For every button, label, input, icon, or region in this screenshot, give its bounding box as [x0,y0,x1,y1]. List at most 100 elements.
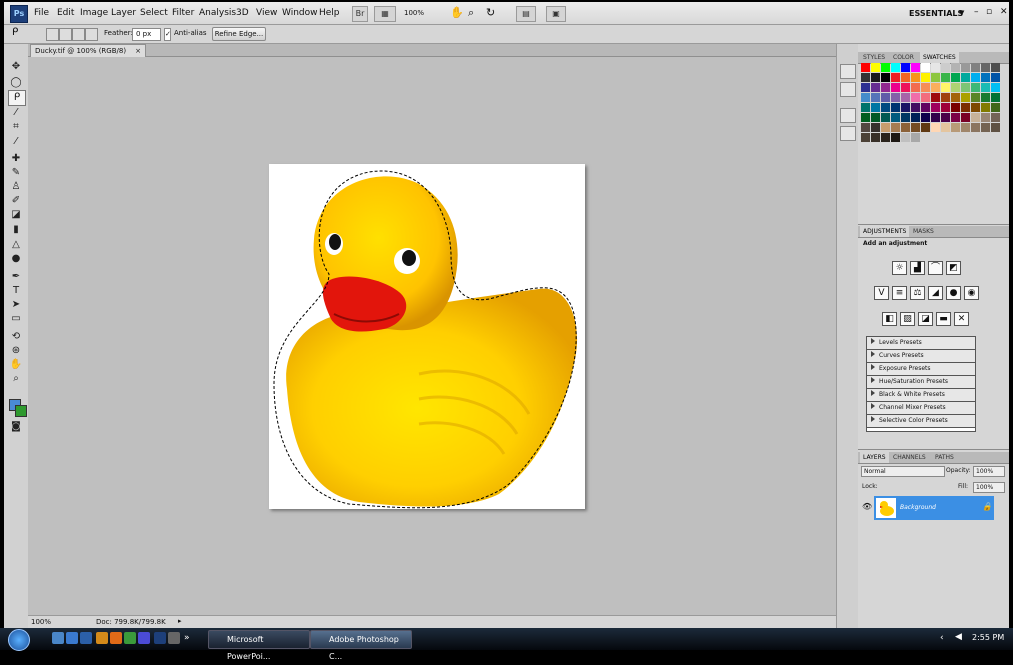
move-tool-icon[interactable]: ✥ [8,60,24,74]
3d-orbit-icon[interactable]: ⊛ [8,344,24,358]
swatch-cell[interactable] [991,123,1000,132]
menu-analysis[interactable]: Analysis [199,8,236,18]
brush-tool-icon[interactable]: ✎ [8,166,24,180]
hand-tool-icon[interactable]: ✋ [8,358,24,372]
swatch-cell[interactable] [911,83,920,92]
swatch-cell[interactable] [971,123,980,132]
fill-input[interactable]: 100% [973,482,1005,493]
lasso-tool-icon[interactable]: ᑭ [8,90,26,106]
posterize-icon[interactable]: ▨ [900,312,915,326]
view-extras-icon[interactable]: ▦ [374,6,396,22]
swatch-cell[interactable] [981,73,990,82]
blend-mode-select[interactable]: Normal [861,466,945,477]
zoom-tool-icon[interactable]: ⌕ [468,6,474,20]
media-icon[interactable] [124,632,136,644]
swatch-cell[interactable] [881,83,890,92]
menu-edit[interactable]: Edit [57,8,74,18]
swatch-cell[interactable] [861,73,870,82]
swatch-cell[interactable] [951,73,960,82]
swatch-cell[interactable] [901,63,910,72]
swatch-cell[interactable] [931,73,940,82]
channel-mixer-icon[interactable]: ◉ [964,286,979,300]
swatch-cell[interactable] [911,113,920,122]
swatch-cell[interactable] [921,63,930,72]
zoom-level[interactable]: 100% [404,9,424,17]
tab-swatches[interactable]: SWATCHES [920,52,959,63]
invert-icon[interactable]: ◧ [882,312,897,326]
swatch-cell[interactable] [911,63,920,72]
photo-filter-icon[interactable]: ● [946,286,961,300]
swatch-cell[interactable] [901,133,910,142]
swatch-cell[interactable] [981,93,990,102]
swatch-cell[interactable] [871,123,880,132]
quick-mask-icon[interactable]: ◙ [8,420,24,434]
menu-help[interactable]: Help [319,8,340,18]
swatch-cell[interactable] [861,113,870,122]
document-canvas[interactable] [269,164,585,509]
history-panel-icon[interactable] [840,64,856,79]
healing-brush-icon[interactable]: ✚ [8,152,24,166]
volume-icon[interactable]: ◀ [955,632,962,642]
swatch-cell[interactable] [881,73,890,82]
swatch-cell[interactable] [881,63,890,72]
swatch-cell[interactable] [931,123,940,132]
swatch-cell[interactable] [891,113,900,122]
swatch-cell[interactable] [931,93,940,102]
tab-channels[interactable]: CHANNELS [890,452,929,463]
document-info[interactable]: Doc: 799.8K/799.8K [96,618,166,626]
swatch-cell[interactable] [861,83,870,92]
color-balance-icon[interactable]: ⚖ [910,286,925,300]
selective-color-icon[interactable]: ✕ [954,312,969,326]
swatch-cell[interactable] [921,123,930,132]
type-tool-icon[interactable]: T [8,284,24,298]
add-selection-icon[interactable] [59,28,72,41]
swatch-cell[interactable] [931,113,940,122]
swatch-cell[interactable] [861,93,870,102]
new-selection-icon[interactable] [46,28,59,41]
restore-icon[interactable]: ▫ [986,7,992,17]
swatch-cell[interactable] [901,123,910,132]
swatch-cell[interactable] [961,83,970,92]
swatch-cell[interactable] [961,113,970,122]
swatch-cell[interactable] [971,83,980,92]
swatch-cell[interactable] [891,83,900,92]
gradient-map-icon[interactable]: ▬ [936,312,951,326]
more-icon[interactable]: » [184,632,196,644]
refine-edge-button[interactable]: Refine Edge... [212,27,266,41]
crop-tool-icon[interactable]: ⌗ [8,120,24,134]
swatch-cell[interactable] [891,133,900,142]
vibrance-icon[interactable]: V [874,286,889,300]
swatch-cell[interactable] [921,93,930,102]
3d-rotate-icon[interactable]: ⟲ [8,330,24,344]
swatch-cell[interactable] [891,123,900,132]
swatch-cell[interactable] [871,73,880,82]
status-arrow-icon[interactable]: ▸ [178,617,182,625]
swatch-cell[interactable] [861,103,870,112]
swatch-cell[interactable] [881,113,890,122]
levels-icon[interactable]: ▟ [910,261,925,275]
start-button[interactable] [8,629,30,651]
swatch-cell[interactable] [871,63,880,72]
swatch-cell[interactable] [941,73,950,82]
document-tab[interactable]: Ducky.tif @ 100% (RGB/8) × [30,44,146,57]
layer-name[interactable]: Background [900,504,936,511]
black-white-icon[interactable]: ◢ [928,286,943,300]
exposure-icon[interactable]: ◩ [946,261,961,275]
swatch-cell[interactable] [961,123,970,132]
blur-tool-icon[interactable]: △ [8,238,24,252]
swatch-cell[interactable] [961,103,970,112]
tab-adjustments[interactable]: ADJUSTMENTS [860,226,910,237]
swatch-cell[interactable] [991,103,1000,112]
swatch-cell[interactable] [941,83,950,92]
swatch-cell[interactable] [921,113,930,122]
swatch-cell[interactable] [951,83,960,92]
ie-icon[interactable] [66,632,78,644]
antialias-checkbox[interactable]: ✓ [164,28,171,41]
swatch-cell[interactable] [921,73,930,82]
tray-arrow-icon[interactable]: ‹ [940,633,944,643]
eye-icon[interactable]: 👁 [862,502,872,511]
swatch-cell[interactable] [981,63,990,72]
swatch-cell[interactable] [881,123,890,132]
list-item[interactable]: Black & White Presets [867,389,975,402]
swatch-cell[interactable] [871,113,880,122]
